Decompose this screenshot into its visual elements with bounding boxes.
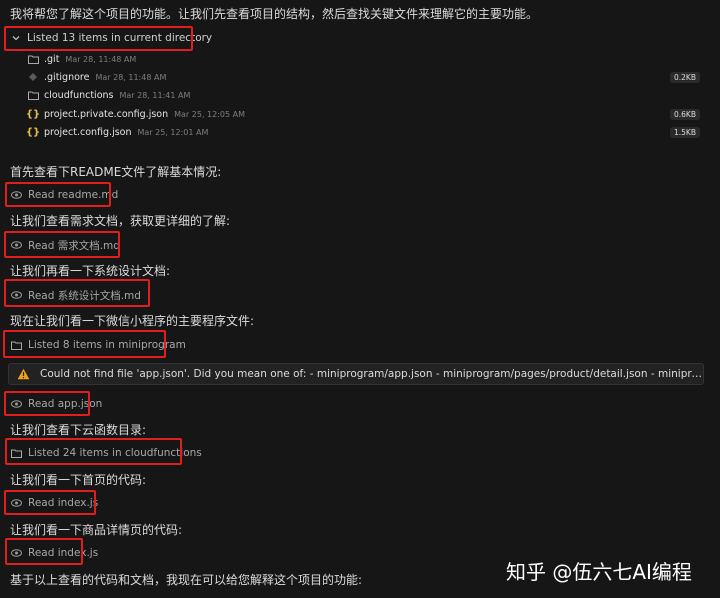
step-text: 首先查看下README文件了解基本情况: [10,165,222,179]
file-name: cloudfunctions [44,89,114,101]
highlight-box [4,279,150,307]
step-text: 让我们看一下首页的代码: [10,473,147,487]
highlight-box [4,26,193,51]
highlight-box [4,231,120,258]
error-message-box: Could not find file 'app.json'. Did you … [8,363,704,385]
highlight-box [5,438,182,465]
file-name: .git [44,53,60,65]
step-text: 让我们再看一下系统设计文档: [10,264,171,278]
error-text: Could not find file 'app.json'. Did you … [40,368,703,380]
file-date: Mar 25, 12:05 AM [174,109,245,119]
file-row-cutoff [26,140,146,148]
step-text: 让我们查看需求文档，获取更详细的了解: [10,214,231,228]
file-size-badge: 1.5KB [670,126,700,138]
highlight-box [4,490,96,515]
json-icon: {} [25,108,41,120]
json-icon: {} [25,126,41,138]
highlight-box [5,182,111,207]
folder-icon [26,55,40,64]
warning-icon [17,368,30,380]
git-file-icon [26,72,40,82]
file-row-git[interactable]: .git Mar 28, 11:48 AM [26,51,700,67]
intro-text: 我将帮您了解这个项目的功能。让我们先查看项目的结构，然后查找关键文件来理解它的主… [10,7,539,21]
file-date: Mar 25, 12:01 AM [137,127,209,137]
file-size-badge: 0.6KB [670,108,700,120]
folder-icon [26,91,40,100]
conclusion-text: 基于以上查看的代码和文档，我现在可以给您解释这个项目的功能: [10,573,363,587]
file-date: Mar 28, 11:48 AM [95,72,167,82]
highlight-box [5,538,83,565]
file-name: project.private.config.json [44,108,169,120]
file-date: Mar 28, 11:41 AM [119,90,191,100]
watermark: 知乎 @伍六七AI编程 [506,560,692,584]
file-row-project-private-config[interactable]: {} project.private.config.json Mar 25, 1… [26,106,700,122]
step-text: 让我们查看下云函数目录: [10,423,147,437]
file-name: project.config.json [44,126,132,138]
file-row-project-config[interactable]: {} project.config.json Mar 25, 12:01 AM … [26,124,700,140]
file-size-badge: 0.2KB [670,71,700,83]
file-name: .gitignore [44,71,90,83]
file-row-gitignore[interactable]: .gitignore Mar 28, 11:48 AM 0.2KB [26,69,700,85]
step-text: 现在让我们看一下微信小程序的主要程序文件: [10,314,255,328]
highlight-box [4,391,90,416]
highlight-box [3,330,166,358]
file-date: Mar 28, 11:48 AM [65,54,137,64]
file-row-cloudfunctions[interactable]: cloudfunctions Mar 28, 11:41 AM [26,87,700,103]
step-text: 让我们看一下商品详情页的代码: [10,523,183,537]
